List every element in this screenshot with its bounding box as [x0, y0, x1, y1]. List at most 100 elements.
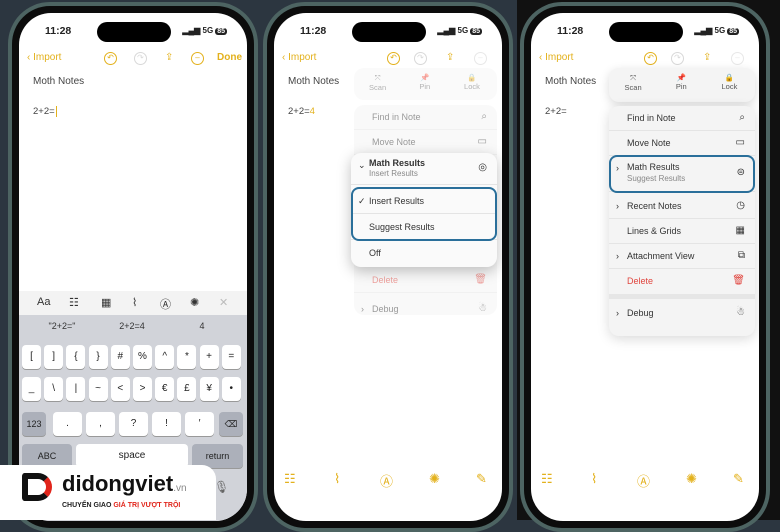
menu-delete[interactable]: Delete [627, 276, 653, 286]
compose-icon[interactable]: ✎ [476, 471, 487, 487]
key[interactable]: • [221, 377, 241, 401]
note-menu: Find in Note ⌕ Move Note ▭ › Math Results Su… [609, 106, 755, 336]
key[interactable]: [ [22, 345, 41, 369]
phone-1: 11:28 ▂▄▆ 5G 85 ‹ Import ↶ ↷ ⇪ – Done Mot… [8, 2, 258, 532]
more-icon[interactable]: – [474, 52, 487, 65]
bug-icon: ☃ [736, 307, 745, 318]
menu-find-in-note[interactable]: Find in Note [372, 112, 421, 122]
markup-icon[interactable]: Ⓐ [380, 471, 393, 490]
menu-attachment-view[interactable]: Attachment View [627, 251, 694, 261]
suggestion[interactable]: "2+2=" [27, 321, 97, 331]
key[interactable]: # [110, 345, 130, 369]
checklist-icon[interactable]: ☷ [284, 471, 296, 487]
key[interactable]: > [133, 377, 152, 401]
text-style-button[interactable]: Aa [37, 296, 50, 308]
key[interactable]: _ [22, 377, 41, 401]
note-title[interactable]: Moth Notes [288, 76, 339, 87]
key[interactable]: ¥ [199, 377, 219, 401]
suggestion[interactable]: 2+2=4 [97, 321, 167, 331]
format-bar: Aa ☷ ▦ ⌇ Ⓐ ✺ ✕ [19, 291, 247, 315]
menu-delete[interactable]: Delete [372, 275, 398, 285]
menu-debug[interactable]: Debug [627, 308, 654, 318]
scan-button[interactable]: ⤧ Scan [354, 68, 401, 92]
key[interactable]: = [221, 345, 241, 369]
lock-button[interactable]: 🔒 Lock [448, 68, 495, 91]
redo-icon[interactable]: ↷ [414, 52, 427, 65]
key[interactable]: + [199, 345, 219, 369]
redo-icon[interactable]: ↷ [671, 52, 684, 65]
undo-icon[interactable]: ↶ [387, 52, 400, 65]
done-button[interactable]: Done [217, 52, 242, 63]
key[interactable]: . [53, 412, 82, 436]
menu-find-in-note[interactable]: Find in Note [627, 113, 676, 123]
menu-recent-notes[interactable]: Recent Notes [627, 201, 682, 211]
table-icon[interactable]: ▦ [101, 296, 111, 309]
undo-icon[interactable]: ↶ [644, 52, 657, 65]
key[interactable]: \ [44, 377, 64, 401]
suggestion[interactable]: 4 [167, 321, 237, 331]
back-button[interactable]: ‹ Import [539, 52, 573, 63]
attachment-icon[interactable]: ⌇ [591, 471, 597, 487]
share-icon[interactable]: ⇪ [446, 52, 454, 63]
more-icon[interactable]: – [731, 52, 744, 65]
menu-debug[interactable]: Debug [372, 304, 399, 314]
key[interactable]: < [110, 377, 130, 401]
menu-lines-grids[interactable]: Lines & Grids [627, 226, 681, 236]
microphone-icon[interactable]: 🎙 [214, 480, 229, 494]
key[interactable]: { [66, 345, 86, 369]
scan-button[interactable]: ⤧ Scan [609, 68, 657, 92]
pin-button[interactable]: 📌 Pin [657, 68, 705, 91]
grid-icon: ▦ [735, 225, 745, 236]
option-off[interactable]: Off [369, 248, 381, 258]
menu-move-note[interactable]: Move Note [372, 137, 416, 147]
math-icon: ◎ [478, 162, 487, 173]
pin-button[interactable]: 📌 Pin [401, 68, 448, 91]
key[interactable]: , [86, 412, 115, 436]
checklist-icon[interactable]: ☷ [541, 471, 553, 487]
key[interactable]: ′ [185, 412, 214, 436]
key[interactable]: € [155, 377, 175, 401]
key[interactable]: ~ [88, 377, 108, 401]
note-line[interactable]: 2+2= [545, 106, 567, 117]
note-line[interactable]: 2+2= [33, 106, 57, 117]
apple-intelligence-icon[interactable]: ✺ [686, 471, 697, 487]
key[interactable]: ! [152, 412, 181, 436]
status-time: 11:28 [300, 25, 327, 37]
dynamic-island [97, 22, 171, 42]
key[interactable]: ^ [155, 345, 175, 369]
attachment-icon[interactable]: ⌇ [132, 296, 137, 309]
clock-icon: ◷ [736, 200, 745, 211]
key[interactable]: £ [177, 377, 197, 401]
math-results-header[interactable]: Math Results [369, 158, 425, 168]
markup-icon[interactable]: Ⓐ [160, 296, 171, 312]
lock-button[interactable]: 🔒 Lock [705, 68, 753, 91]
note-line[interactable]: 2+2=4 [288, 106, 315, 117]
apple-intelligence-icon[interactable]: ✺ [429, 471, 440, 487]
menu-move-note[interactable]: Move Note [627, 138, 671, 148]
compose-icon[interactable]: ✎ [733, 471, 744, 487]
undo-icon[interactable]: ↶ [104, 52, 117, 65]
search-icon: ⌕ [481, 111, 487, 122]
share-icon[interactable]: ⇪ [703, 52, 711, 63]
key[interactable]: % [133, 345, 152, 369]
attachment-icon[interactable]: ⌇ [334, 471, 340, 487]
dynamic-island [609, 22, 683, 42]
note-title[interactable]: Moth Notes [545, 76, 596, 87]
apple-intelligence-icon[interactable]: ✺ [190, 296, 199, 309]
back-button[interactable]: ‹ Import [282, 52, 316, 63]
key[interactable]: ? [119, 412, 148, 436]
key[interactable]: } [88, 345, 108, 369]
close-icon[interactable]: ✕ [219, 296, 228, 309]
more-icon[interactable]: – [191, 52, 204, 65]
delete-key[interactable]: ⌫ [219, 412, 243, 436]
key[interactable]: * [177, 345, 197, 369]
back-button[interactable]: ‹ Import [27, 52, 61, 63]
checklist-icon[interactable]: ☷ [69, 296, 79, 309]
share-icon[interactable]: ⇪ [165, 52, 173, 63]
redo-icon[interactable]: ↷ [134, 52, 147, 65]
key[interactable]: | [66, 377, 86, 401]
markup-icon[interactable]: Ⓐ [637, 471, 650, 490]
key[interactable]: ] [44, 345, 64, 369]
numbers-key[interactable]: 123 [22, 412, 46, 436]
note-title[interactable]: Moth Notes [33, 76, 84, 87]
